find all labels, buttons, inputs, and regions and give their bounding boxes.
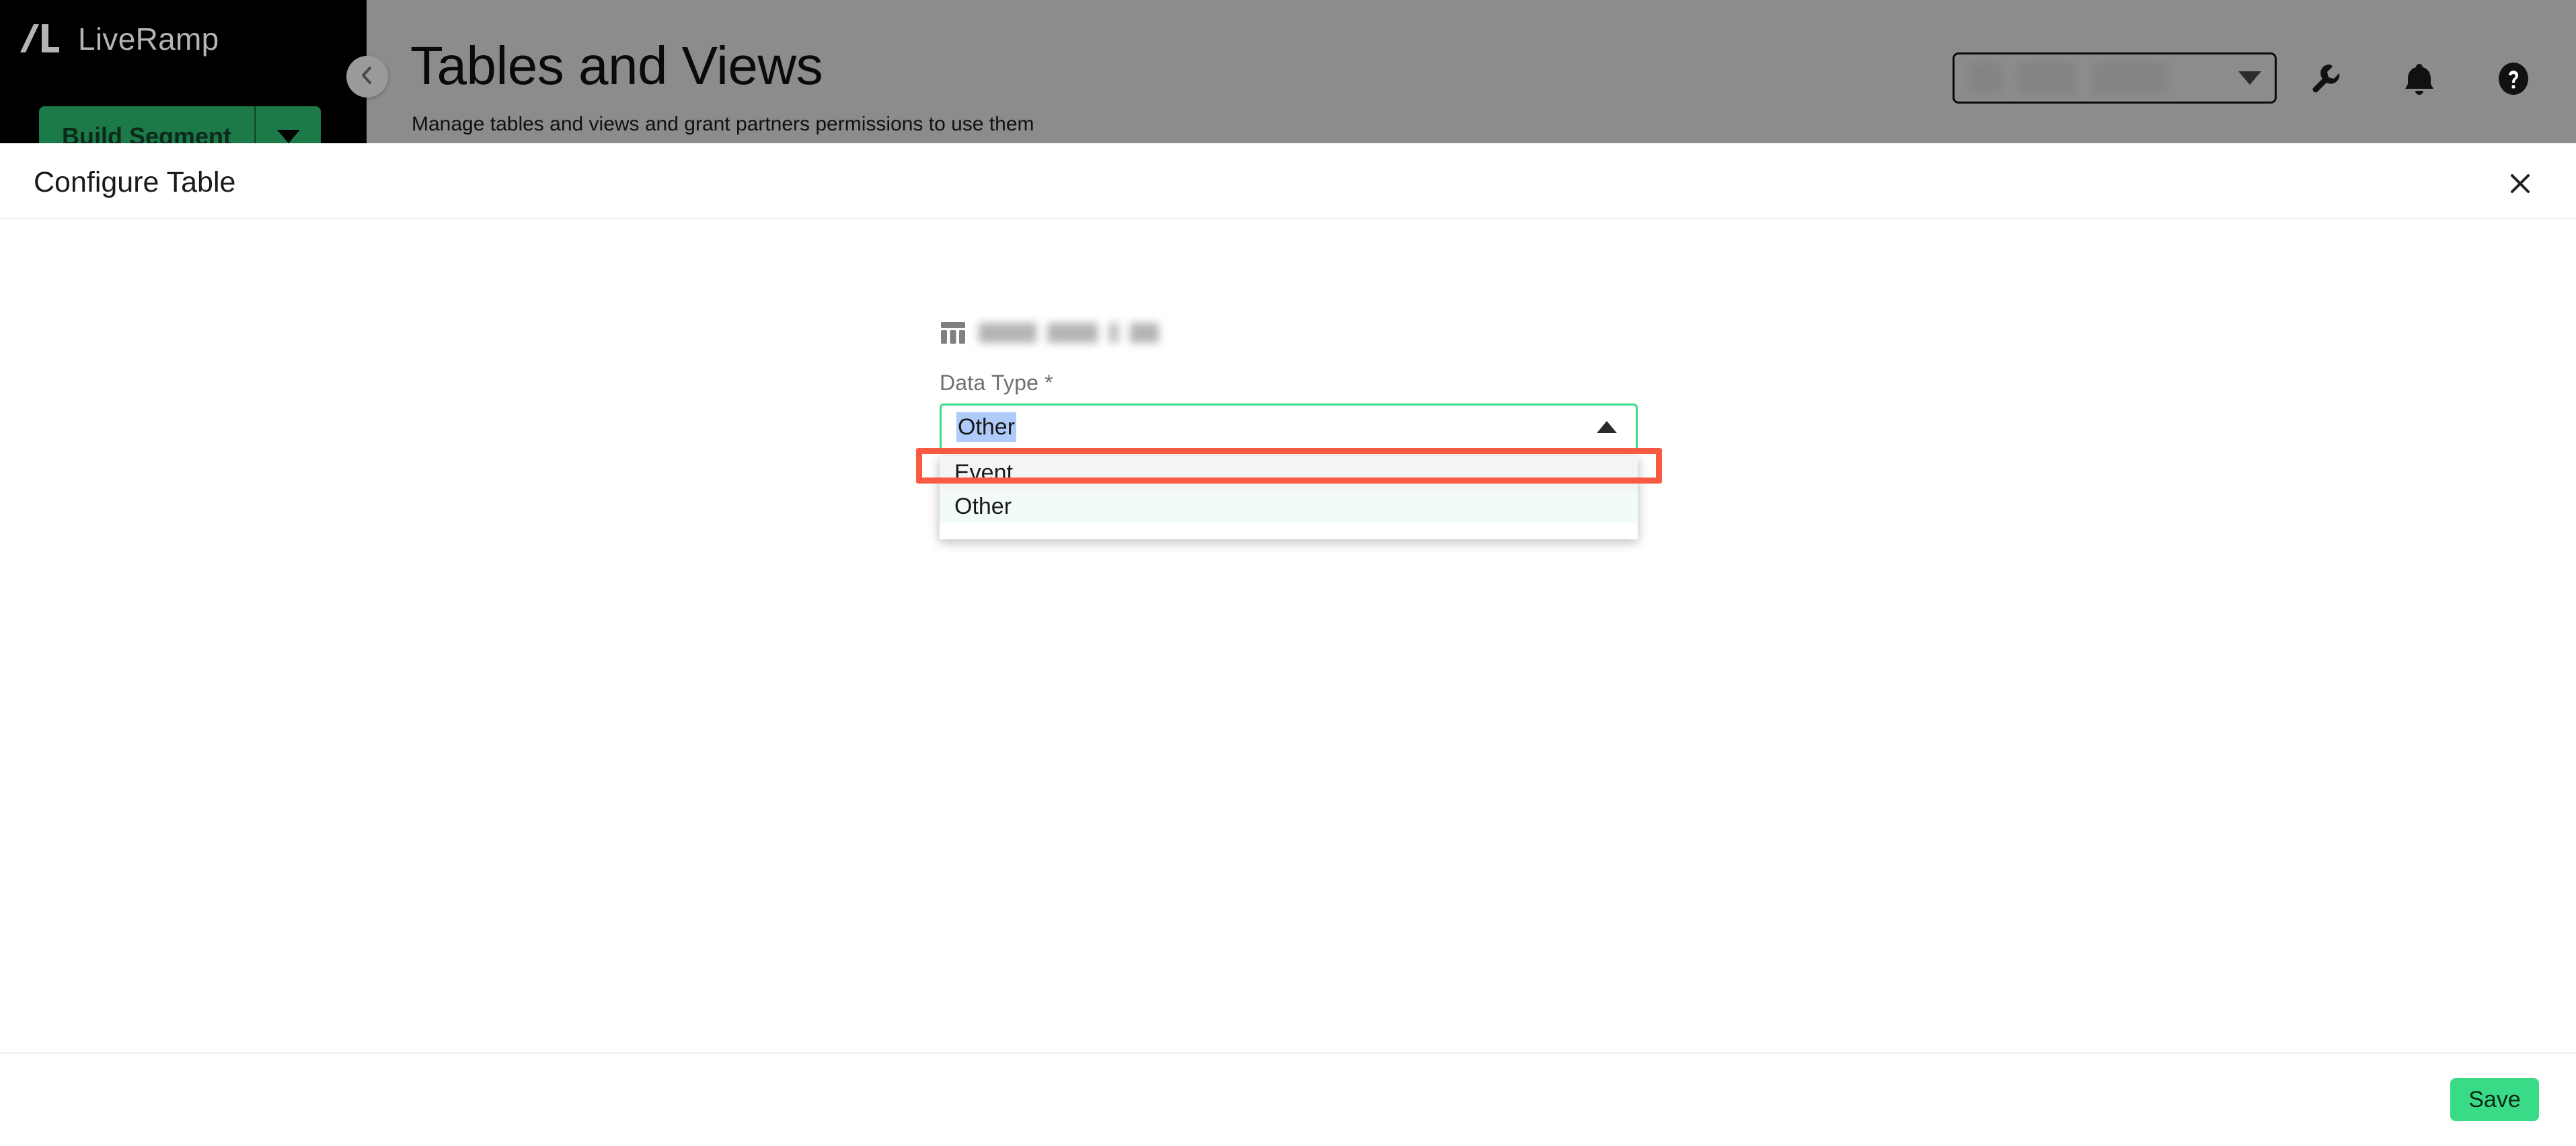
page-title: Tables and Views — [410, 36, 823, 96]
table-identity — [940, 319, 1653, 346]
sidebar: LiveRamp Build Segment — [0, 0, 367, 167]
save-button[interactable]: Save — [2450, 1078, 2539, 1121]
configure-form: Data Type * Other — [940, 319, 1653, 451]
bell-icon[interactable] — [2401, 61, 2437, 97]
caret-up-icon[interactable] — [1597, 421, 1617, 433]
caret-down-icon — [2238, 71, 2261, 85]
help-circle-icon[interactable] — [2495, 61, 2532, 97]
app-root: LiveRamp Build Segment Tables and Views … — [0, 0, 2576, 1146]
topbar-icon-group — [2307, 61, 2576, 97]
wrench-icon[interactable] — [2307, 61, 2343, 97]
dropdown-option-event[interactable]: Event — [940, 456, 1638, 490]
sidebar-collapse-button[interactable] — [346, 56, 388, 98]
data-type-label: Data Type * — [940, 371, 1053, 395]
liveramp-logo-icon — [19, 20, 61, 58]
caret-down-icon — [277, 130, 301, 143]
dropdown-option-other[interactable]: Other — [940, 490, 1638, 523]
table-icon — [940, 319, 967, 346]
modal-title: Configure Table — [34, 166, 236, 198]
data-type-select[interactable]: Other — [940, 404, 1638, 451]
page-subtitle: Manage tables and views and grant partne… — [412, 113, 1034, 135]
brand-name: LiveRamp — [78, 22, 219, 56]
close-icon[interactable] — [2501, 165, 2539, 202]
configure-table-modal: Configure Table Data Type * Other Event … — [0, 143, 2576, 1146]
modal-footer: Save — [0, 1053, 2576, 1146]
account-select[interactable] — [1953, 52, 2277, 104]
brand: LiveRamp — [19, 20, 219, 58]
modal-body: Data Type * Other Event Other — [0, 219, 2576, 1053]
data-type-value: Other — [956, 412, 1017, 443]
account-select-value — [1968, 63, 2224, 93]
modal-header: Configure Table — [0, 143, 2576, 219]
chevron-left-icon — [356, 64, 379, 90]
data-type-dropdown-list: Event Other — [940, 456, 1638, 539]
table-name — [979, 323, 1159, 343]
